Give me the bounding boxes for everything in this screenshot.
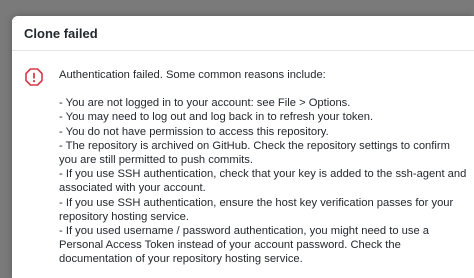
octagon-alert-icon: [25, 68, 43, 86]
error-intro: Authentication failed. Some common reaso…: [59, 69, 326, 81]
reason-item: - You do not have permission to access t…: [59, 125, 329, 138]
reason-item: - If you use SSH authentication, ensure …: [59, 196, 454, 223]
clone-failed-dialog: Clone failed Authentication failed. Some…: [12, 16, 474, 278]
reason-item: - You are not logged in to your account:…: [59, 97, 351, 110]
error-message: Authentication failed. Some common reaso…: [59, 68, 469, 267]
reason-item: - If you use SSH authentication, check t…: [59, 168, 467, 195]
dialog-header: Clone failed: [12, 16, 474, 51]
reason-item: - The repository is archived on GitHub. …: [59, 139, 450, 167]
reasons-list: - You are not logged in to your account:…: [59, 96, 469, 266]
reason-item: - You may need to log out and log back i…: [59, 111, 374, 124]
reason-item: - If you used username / password authen…: [59, 225, 430, 266]
dialog-title: Clone failed: [24, 25, 98, 41]
